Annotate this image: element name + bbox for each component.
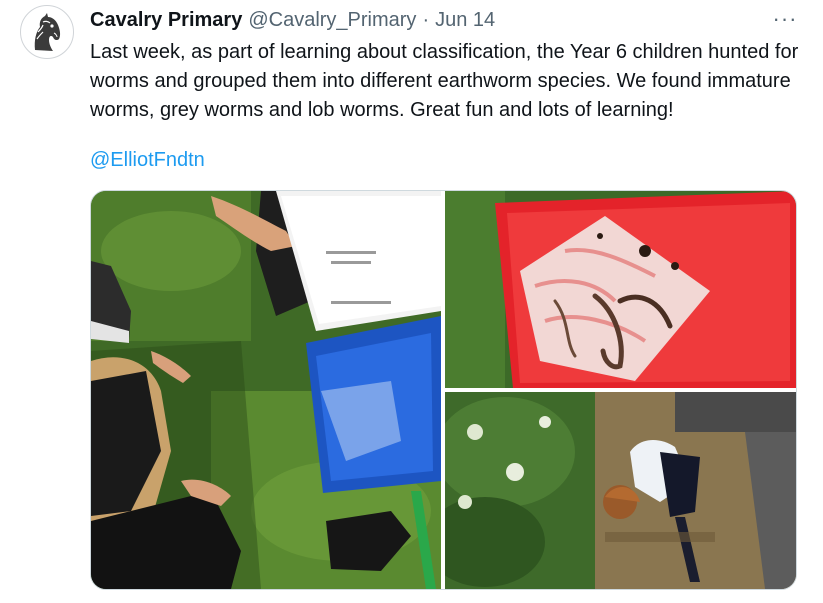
tweet-header: Cavalry Primary @Cavalry_Primary · Jun 1…	[90, 7, 495, 33]
tweet: Cavalry Primary @Cavalry_Primary · Jun 1…	[0, 0, 823, 603]
more-options-icon[interactable]: ···	[768, 6, 802, 31]
mention-link[interactable]: @ElliotFndtn	[90, 146, 205, 175]
avatar[interactable]	[20, 5, 74, 59]
photo-red-tray-worms[interactable]	[445, 191, 796, 388]
photo-children-grass[interactable]	[91, 191, 441, 589]
tweet-text: Last week, as part of learning about cla…	[90, 41, 799, 121]
author-handle[interactable]: @Cavalry_Primary	[248, 9, 416, 32]
photo-child-digging[interactable]	[445, 392, 796, 589]
horse-logo-icon	[22, 7, 72, 57]
author-name[interactable]: Cavalry Primary	[90, 9, 242, 32]
separator: ·	[422, 8, 430, 31]
tweet-date[interactable]: Jun 14	[435, 9, 495, 32]
media-grid	[90, 190, 797, 590]
